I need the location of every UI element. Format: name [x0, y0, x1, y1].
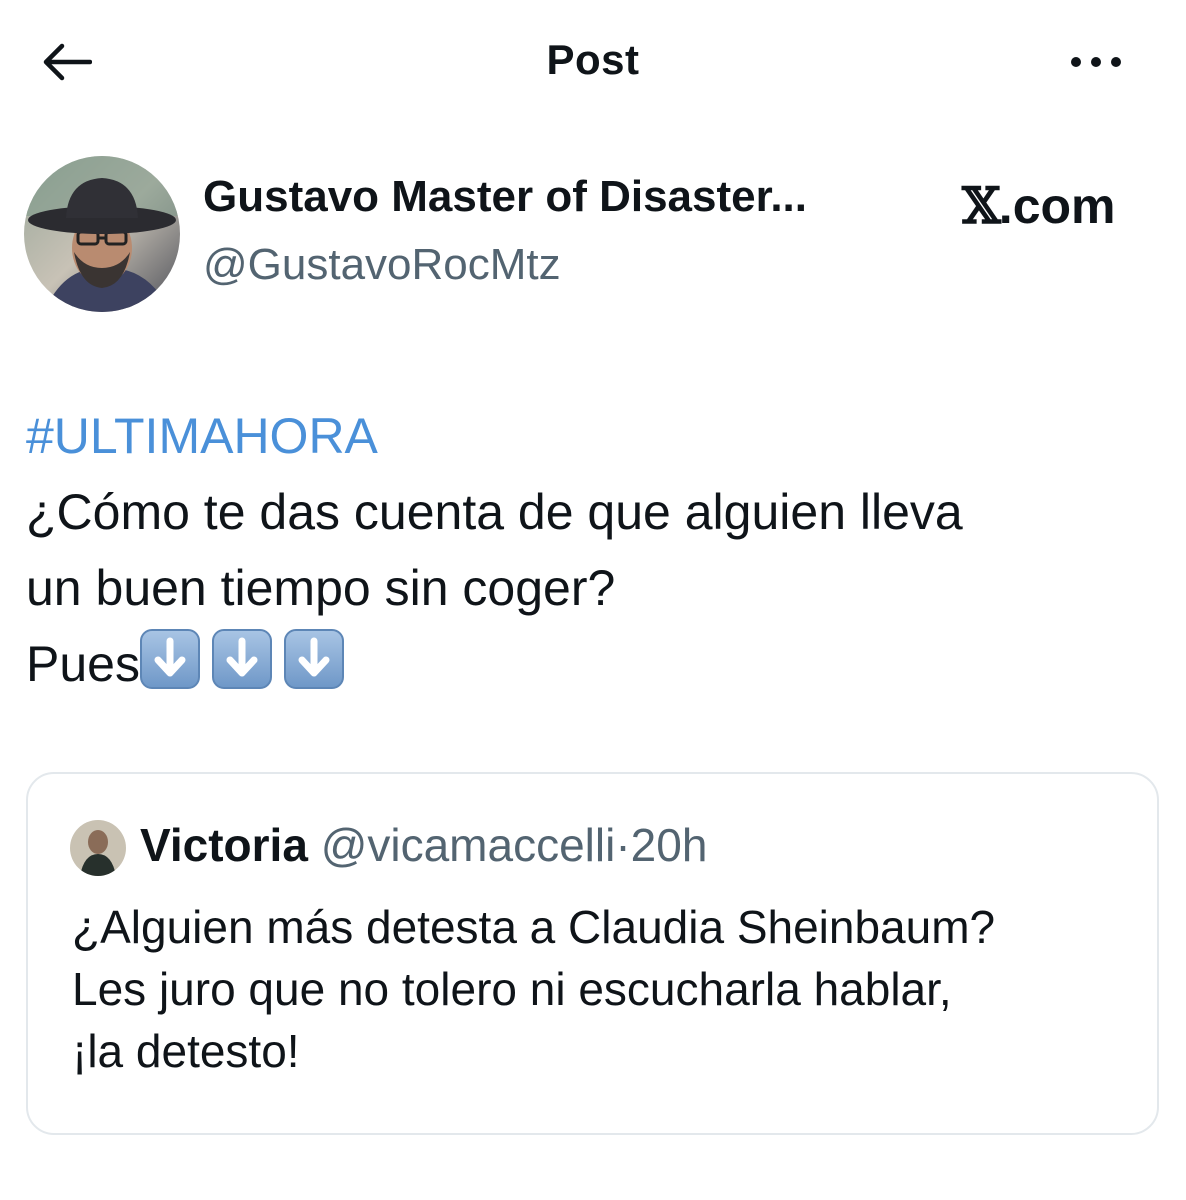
author-name[interactable]: Gustavo Master of Disaster...: [203, 172, 807, 222]
hashtag-link[interactable]: #ULTIMAHORA: [26, 398, 1146, 474]
quoted-line: ¿Alguien más detesta a Claudia Sheinbaum…: [72, 901, 996, 953]
quoted-post-text: ¿Alguien más detesta a Claudia Sheinbaum…: [72, 896, 1142, 1082]
more-horizontal-icon: [1068, 55, 1124, 74]
page-title: Post: [546, 36, 640, 83]
down-arrow-emoji-icon: [211, 629, 272, 689]
quoted-author-handle: @vicamaccelli: [320, 819, 616, 871]
quoted-line: Les juro que no tolero ni escucharla hab…: [72, 963, 952, 1015]
quoted-author-name: Victoria: [140, 819, 308, 871]
x-watermark: 𝕏.com: [962, 176, 1116, 235]
watermark-text: .com: [998, 178, 1116, 234]
quoted-post-header: Victoria @vicamaccelli·20h: [140, 818, 707, 872]
quoted-post-card[interactable]: Victoria @vicamaccelli·20h ¿Alguien más …: [26, 772, 1159, 1135]
post-text: #ULTIMAHORA ¿Cómo te das cuenta de que a…: [26, 398, 1146, 702]
profile-photo: [24, 156, 180, 312]
separator-dot: ·: [615, 819, 631, 871]
post-line: ¿Cómo te das cuenta de que alguien lleva: [26, 484, 963, 540]
quoted-line: ¡la detesto!: [72, 1025, 300, 1077]
post-line-text: Pues: [26, 636, 140, 692]
x-logo-icon: 𝕏: [962, 176, 1001, 235]
post-line-last: Pues: [26, 626, 1146, 702]
top-bar: Post: [0, 0, 1186, 120]
author-handle[interactable]: @GustavoRocMtz: [203, 240, 561, 290]
down-arrow-emoji-icon: [139, 629, 200, 689]
post-line: un buen tiempo sin coger?: [26, 560, 616, 616]
author-avatar[interactable]: [24, 156, 180, 312]
quoted-post-time: 20h: [630, 819, 708, 871]
more-options-button[interactable]: [1066, 44, 1126, 84]
quoted-author-avatar: [70, 820, 126, 876]
down-arrow-emoji-icon: [283, 629, 344, 689]
